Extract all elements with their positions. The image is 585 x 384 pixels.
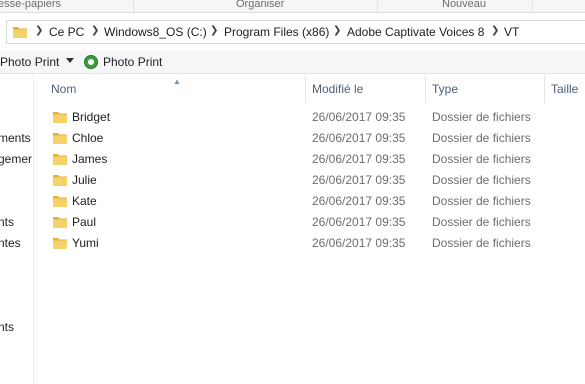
- ribbon-group-labels: esse-papiers Organiser Nouveau: [0, 0, 585, 13]
- nav-item[interactable]: gemer: [0, 152, 32, 166]
- folder-icon: [13, 26, 27, 38]
- column-divider[interactable]: [425, 75, 426, 103]
- file-type: Dossier de fichiers: [432, 152, 531, 166]
- column-header-type[interactable]: Type: [432, 82, 458, 96]
- folder-icon: [53, 237, 67, 249]
- folder-icon: [53, 132, 67, 144]
- folder-icon: [53, 216, 67, 228]
- file-modified: 26/06/2017 09:35: [312, 194, 406, 208]
- file-type: Dossier de fichiers: [432, 110, 531, 124]
- file-row[interactable]: Julie 26/06/2017 09:35 Dossier de fichie…: [34, 170, 585, 191]
- file-type: Dossier de fichiers: [432, 194, 531, 208]
- file-modified: 26/06/2017 09:35: [312, 152, 406, 166]
- folder-icon: [53, 153, 67, 165]
- breadcrumb-separator-icon[interactable]: ❯: [333, 25, 341, 36]
- column-header-row: ▲ Nom Modifié le Type Taille: [34, 75, 585, 103]
- column-divider[interactable]: [305, 75, 306, 103]
- folder-icon: [53, 111, 67, 123]
- file-modified: 26/06/2017 09:35: [312, 236, 406, 250]
- file-modified: 26/06/2017 09:35: [312, 110, 406, 124]
- folder-icon: [53, 174, 67, 186]
- ribbon-divider: [377, 0, 378, 12]
- breadcrumb-vt[interactable]: VT: [504, 25, 519, 39]
- column-header-size[interactable]: Taille: [551, 82, 578, 96]
- folder-icon: [53, 195, 67, 207]
- ribbon-group-organize: Organiser: [236, 0, 285, 10]
- file-type: Dossier de fichiers: [432, 236, 531, 250]
- ribbon-group-clipboard: esse-papiers: [0, 0, 61, 10]
- navigation-pane[interactable]: ments gemer nts ntes nts: [0, 74, 34, 384]
- file-name: Julie: [72, 173, 97, 187]
- file-row[interactable]: Paul 26/06/2017 09:35 Dossier de fichier…: [34, 212, 585, 233]
- breadcrumb-separator-icon[interactable]: ❯: [210, 25, 218, 36]
- address-bar[interactable]: ❯ Ce PC ❯ Windows8_OS (C:) ❯ Program Fil…: [6, 20, 585, 44]
- file-name: Paul: [72, 215, 97, 229]
- file-row[interactable]: Yumi 26/06/2017 09:35 Dossier de fichier…: [34, 233, 585, 254]
- breadcrumb-adobe-captivate-voices[interactable]: Adobe Captivate Voices 8: [347, 25, 484, 39]
- breadcrumb-this-pc[interactable]: Ce PC: [49, 25, 84, 39]
- photo-print-icon[interactable]: [84, 55, 98, 69]
- file-modified: 26/06/2017 09:35: [312, 215, 406, 229]
- file-name: Bridget: [72, 110, 111, 124]
- file-type: Dossier de fichiers: [432, 131, 531, 145]
- column-divider[interactable]: [544, 75, 545, 103]
- file-row[interactable]: Chloe 26/06/2017 09:35 Dossier de fichie…: [34, 128, 585, 149]
- ribbon-group-new: Nouveau: [442, 0, 487, 10]
- column-header-name[interactable]: Nom: [51, 82, 76, 96]
- nav-item[interactable]: nts: [0, 215, 14, 229]
- column-header-modified[interactable]: Modifié le: [312, 82, 363, 96]
- photo-print-button[interactable]: Photo Print: [103, 55, 162, 69]
- nav-item[interactable]: ntes: [0, 236, 21, 250]
- file-name: Yumi: [72, 236, 99, 250]
- file-type: Dossier de fichiers: [432, 173, 531, 187]
- ribbon-divider: [133, 0, 134, 12]
- breadcrumb-program-files[interactable]: Program Files (x86): [224, 25, 329, 39]
- breadcrumb-separator-icon[interactable]: ❯: [91, 25, 99, 36]
- breadcrumb-separator-icon[interactable]: ❯: [491, 25, 499, 36]
- file-name: James: [72, 152, 108, 166]
- breadcrumb-separator-icon[interactable]: ❯: [35, 25, 43, 36]
- ribbon-divider: [532, 0, 533, 12]
- nav-item[interactable]: nts: [0, 320, 14, 334]
- chevron-down-icon[interactable]: [66, 58, 74, 63]
- command-toolbar: Photo Print Photo Print: [0, 51, 585, 74]
- file-modified: 26/06/2017 09:35: [312, 173, 406, 187]
- sort-ascending-icon: ▲: [173, 77, 181, 86]
- nav-item[interactable]: ments: [0, 131, 31, 145]
- file-row[interactable]: James 26/06/2017 09:35 Dossier de fichie…: [34, 149, 585, 170]
- file-row[interactable]: Kate 26/06/2017 09:35 Dossier de fichier…: [34, 191, 585, 212]
- breadcrumb-drive[interactable]: Windows8_OS (C:): [104, 25, 207, 39]
- file-name: Chloe: [72, 131, 104, 145]
- file-type: Dossier de fichiers: [432, 215, 531, 229]
- file-row[interactable]: Bridget 26/06/2017 09:35 Dossier de fich…: [34, 107, 585, 128]
- file-modified: 26/06/2017 09:35: [312, 131, 406, 145]
- photo-print-dropdown-button[interactable]: Photo Print: [0, 55, 59, 69]
- file-name: Kate: [72, 194, 97, 208]
